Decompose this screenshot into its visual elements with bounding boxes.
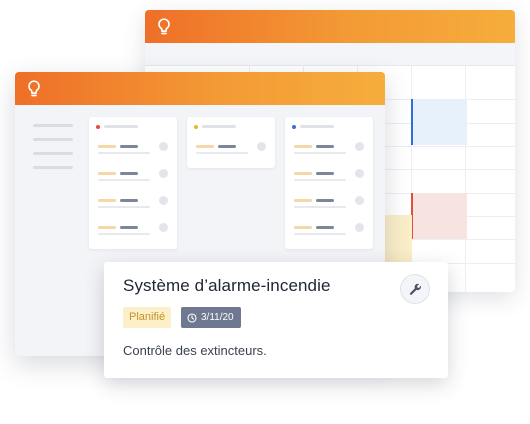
task-detail-card[interactable]: Système d’alarme-incendie Planifié 3/11/… <box>104 262 448 378</box>
sidebar-item[interactable] <box>33 152 73 155</box>
assignee-avatar <box>159 142 168 151</box>
task-card[interactable] <box>89 216 177 243</box>
sidebar-item[interactable] <box>33 124 73 127</box>
lightbulb-icon <box>28 80 40 97</box>
assignee-avatar <box>355 196 364 205</box>
board-column <box>89 117 177 249</box>
task-card[interactable] <box>285 162 373 189</box>
board-column <box>187 117 275 168</box>
task-card[interactable] <box>89 135 177 162</box>
task-card[interactable] <box>285 189 373 216</box>
stage: Système d’alarme-incendie Planifié 3/11/… <box>0 0 530 424</box>
calendar-event[interactable] <box>411 99 467 145</box>
date-text: 3/11/20 <box>201 312 234 323</box>
task-card[interactable] <box>89 189 177 216</box>
task-title: Système d’alarme-incendie <box>123 276 331 295</box>
task-card[interactable] <box>285 135 373 162</box>
task-card[interactable] <box>89 162 177 189</box>
assignee-avatar <box>159 196 168 205</box>
board-titlebar <box>15 72 385 105</box>
date-badge: 3/11/20 <box>181 307 241 328</box>
column-header <box>285 117 373 135</box>
assignee-avatar <box>257 142 266 151</box>
assignee-avatar <box>159 223 168 232</box>
column-status-dot <box>96 125 100 129</box>
status-badge: Planifié <box>123 307 172 328</box>
assignee-avatar <box>159 169 168 178</box>
task-description: Contrôle des extincteurs. <box>123 343 267 358</box>
assignee-avatar <box>355 223 364 232</box>
task-card[interactable] <box>187 135 275 162</box>
wrench-icon <box>409 283 421 295</box>
assignee-avatar <box>355 169 364 178</box>
column-header <box>89 117 177 135</box>
lightbulb-icon <box>158 18 170 35</box>
calendar-event[interactable] <box>384 215 412 265</box>
column-header <box>187 117 275 135</box>
calendar-header-strip <box>145 43 515 66</box>
clock-icon <box>187 312 197 323</box>
task-card[interactable] <box>285 216 373 243</box>
column-status-dot <box>292 125 296 129</box>
sidebar-item[interactable] <box>33 166 73 169</box>
assignee-avatar <box>355 142 364 151</box>
column-status-dot <box>194 125 198 129</box>
edit-button[interactable] <box>400 274 430 304</box>
sidebar-menu <box>33 124 73 180</box>
sidebar-item[interactable] <box>33 138 73 141</box>
calendar-event[interactable] <box>411 193 467 239</box>
board-column <box>285 117 373 249</box>
calendar-titlebar <box>145 10 515 43</box>
